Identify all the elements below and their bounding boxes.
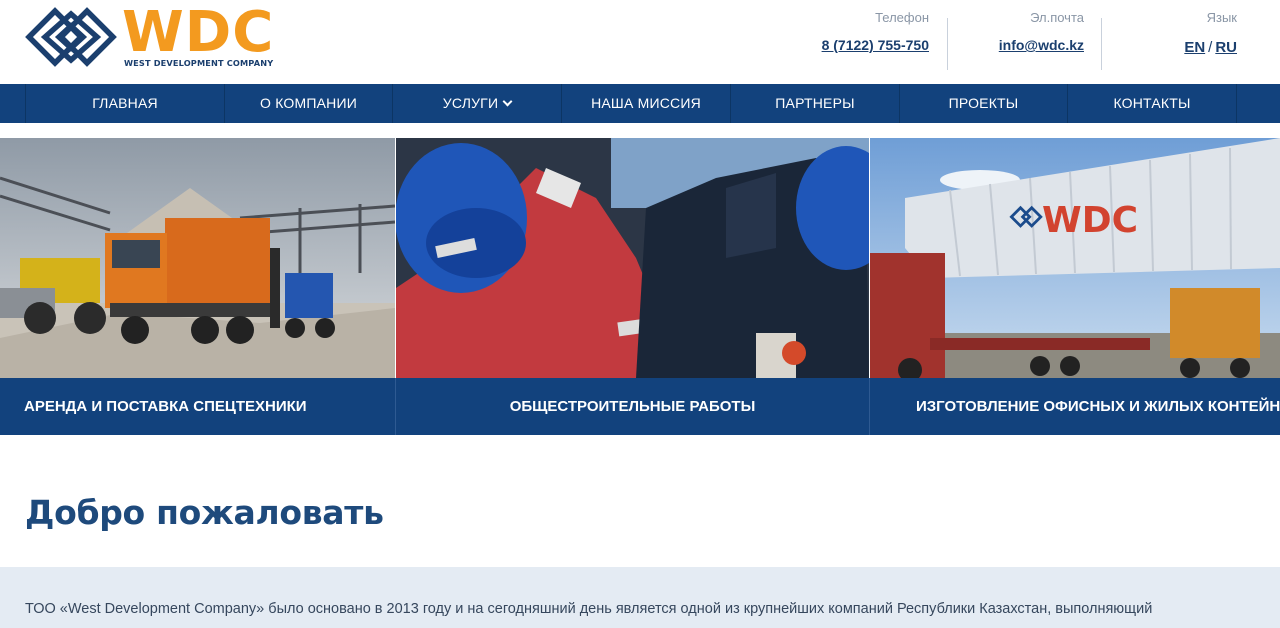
banner-divider (869, 378, 870, 435)
nav-item-contacts[interactable]: КОНТАКТЫ (1067, 84, 1237, 123)
banner-divider (395, 378, 396, 435)
site-header: WDC WEST DEVELOPMENT COMPANY Телефон 8 (… (0, 0, 1280, 84)
nav-item-label: УСЛУГИ (442, 95, 499, 111)
service-caption-text: ИЗГОТОВЛЕНИЕ ОФИСНЫХ И ЖИЛЫХ КОНТЕЙНЕРОВ (916, 398, 1280, 415)
email-block: Эл.почта info@wdc.kz (999, 10, 1084, 54)
container-on-trailer-photo: WDC (870, 138, 1280, 378)
service-caption: АРЕНДА И ПОСТАВКА СПЕЦТЕХНИКИ (0, 378, 395, 435)
header-divider (947, 18, 948, 70)
service-caption: ОБЩЕСТРОИТЕЛЬНЫЕ РАБОТЫ (396, 378, 869, 435)
about-section: ТОО «West Development Company» было осно… (0, 567, 1280, 628)
workers-in-hardhats-photo (396, 138, 869, 378)
service-caption: ИЗГОТОВЛЕНИЕ ОФИСНЫХ И ЖИЛЫХ КОНТЕЙНЕРОВ (870, 378, 1280, 435)
nav-item-label: О КОМПАНИИ (260, 95, 357, 111)
service-card-containers[interactable]: WDC ИЗГОТОВЛЕНИЕ ОФИСНЫХ И ЖИЛЫХ КОНТЕЙН… (870, 138, 1280, 435)
lang-separator: / (1208, 39, 1213, 56)
nav-item-services[interactable]: УСЛУГИ (392, 84, 561, 123)
container-logo-text: WDC (1042, 200, 1138, 241)
logo-wordmark: WDC (122, 0, 275, 65)
phone-block: Телефон 8 (7122) 755-750 (822, 10, 929, 54)
chevron-down-icon (502, 96, 513, 107)
logo[interactable]: WDC WEST DEVELOPMENT COMPANY (25, 0, 275, 72)
phone-label: Телефон (875, 10, 929, 25)
language-block: Язык EN / RU (1184, 10, 1237, 57)
about-text: ТОО «West Development Company» было осно… (25, 601, 1153, 617)
service-caption-text: АРЕНДА И ПОСТАВКА СПЕЦТЕХНИКИ (24, 398, 307, 415)
nav-item-about[interactable]: О КОМПАНИИ (224, 84, 392, 123)
phone-link[interactable]: 8 (7122) 755-750 (822, 37, 929, 54)
nav-item-label: ПРОЕКТЫ (948, 95, 1019, 111)
service-card-machinery[interactable]: АРЕНДА И ПОСТАВКА СПЕЦТЕХНИКИ (0, 138, 395, 435)
nav-item-label: ПАРТНЕРЫ (775, 95, 855, 111)
services-banner: АРЕНДА И ПОСТАВКА СПЕЦТЕХНИКИ ОБЩЕСТРОИТ… (0, 138, 1280, 435)
construction-machinery-photo (0, 138, 395, 378)
email-link[interactable]: info@wdc.kz (999, 37, 1084, 54)
nav-item-label: ГЛАВНАЯ (92, 95, 158, 111)
language-label: Язык (1206, 10, 1237, 25)
nav-item-label: НАША МИССИЯ (591, 95, 701, 111)
welcome-heading: Добро пожаловать (25, 493, 384, 532)
nav-item-partners[interactable]: ПАРТНЕРЫ (730, 84, 899, 123)
main-nav: ГЛАВНАЯ О КОМПАНИИ УСЛУГИ НАША МИССИЯ ПА… (0, 84, 1280, 123)
header-divider (1101, 18, 1102, 70)
logo-mark-icon (25, 7, 117, 67)
nav-item-home[interactable]: ГЛАВНАЯ (25, 84, 224, 123)
lang-ru-link[interactable]: RU (1215, 39, 1237, 56)
service-caption-text: ОБЩЕСТРОИТЕЛЬНЫЕ РАБОТЫ (509, 398, 756, 415)
email-label: Эл.почта (1030, 10, 1084, 25)
service-card-construction[interactable]: ОБЩЕСТРОИТЕЛЬНЫЕ РАБОТЫ (396, 138, 869, 435)
logo-tagline: WEST DEVELOPMENT COMPANY (124, 58, 274, 68)
language-switcher: EN / RU (1184, 39, 1237, 57)
nav-item-mission[interactable]: НАША МИССИЯ (561, 84, 730, 123)
nav-item-label: КОНТАКТЫ (1113, 95, 1191, 111)
lang-en-link[interactable]: EN (1184, 39, 1205, 56)
nav-item-projects[interactable]: ПРОЕКТЫ (899, 84, 1067, 123)
